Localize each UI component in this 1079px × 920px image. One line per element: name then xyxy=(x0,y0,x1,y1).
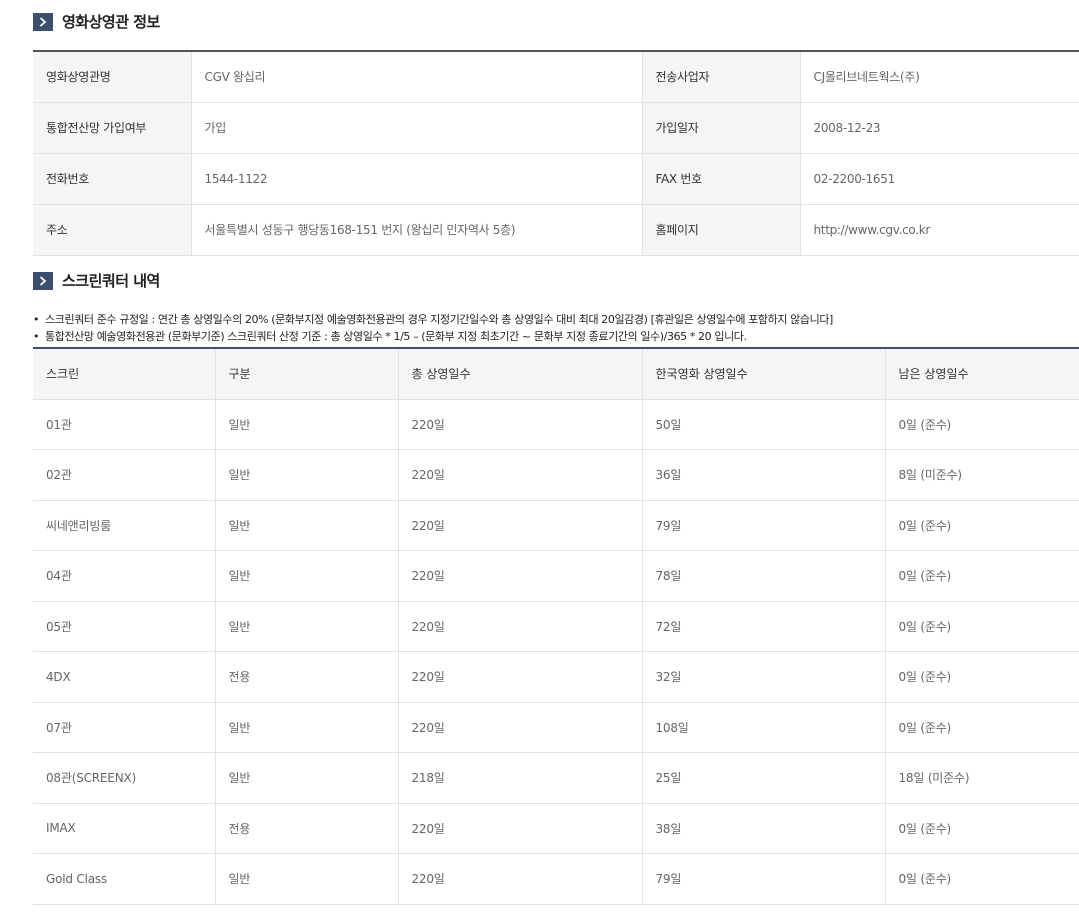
screen-type: 일반 xyxy=(214,702,398,753)
note-item: 스크린쿼터 준수 규정일 : 연간 총 상영일수의 20% (문화부지정 예술영… xyxy=(33,311,1079,328)
info-row: 주소 서울특별시 성동구 행당동168-151 번지 (왕십리 민자역사 5층)… xyxy=(33,204,1079,256)
column-header: 총 상영일수 xyxy=(397,348,642,400)
screen-type: 전용 xyxy=(214,803,398,854)
info-label: 전화번호 xyxy=(33,153,191,205)
screen-name: 07관 xyxy=(33,702,215,753)
info-row: 영화상영관명 CGV 왕십리 전송사업자 CJ올리브네트웍스(주) xyxy=(33,51,1079,103)
screen-type: 일반 xyxy=(214,601,398,652)
chevron-right-icon xyxy=(33,12,53,31)
korean-film-days: 79일 xyxy=(641,500,885,551)
korean-film-days: 78일 xyxy=(641,550,885,602)
screen-quota-title: 스크린쿼터 내역 xyxy=(62,272,160,290)
info-label: FAX 번호 xyxy=(641,153,800,205)
info-row: 전화번호 1544-1122 FAX 번호 02-2200-1651 xyxy=(33,153,1079,205)
table-row: 씨네앤리빙룸 일반 220일 79일 0일 (준수) xyxy=(33,500,1079,551)
total-days: 220일 xyxy=(397,500,642,551)
column-header: 남은 상영일수 xyxy=(884,348,1079,400)
table-row: 02관 일반 220일 36일 8일 (미준수) xyxy=(33,449,1079,501)
column-header: 스크린 xyxy=(33,348,215,400)
table-row: Gold Class 일반 220일 79일 0일 (준수) xyxy=(33,853,1079,905)
chevron-right-icon xyxy=(33,271,53,290)
total-days: 220일 xyxy=(397,399,642,450)
screen-name: 02관 xyxy=(33,449,215,501)
column-header: 한국영화 상영일수 xyxy=(641,348,885,400)
korean-film-days: 108일 xyxy=(641,702,885,753)
address-value: 서울특별시 성동구 행당동168-151 번지 (왕십리 민자역사 5층) xyxy=(190,204,642,256)
theater-info-title: 영화상영관 정보 xyxy=(62,13,160,31)
theater-info-heading: 영화상영관 정보 xyxy=(33,11,160,32)
screen-quota-heading: 스크린쿼터 내역 xyxy=(33,270,160,291)
screen-name: 05관 xyxy=(33,601,215,652)
screen-type: 일반 xyxy=(214,449,398,501)
remaining-days: 8일 (미준수) xyxy=(884,449,1079,501)
screen-name: Gold Class xyxy=(33,853,215,905)
remaining-days: 0일 (준수) xyxy=(884,500,1079,551)
screen-type: 일반 xyxy=(214,752,398,804)
theater-name-value: CGV 왕십리 xyxy=(190,51,642,103)
remaining-days: 0일 (준수) xyxy=(884,399,1079,450)
korean-film-days: 79일 xyxy=(641,853,885,905)
fax-value: 02-2200-1651 xyxy=(799,153,1079,205)
screen-name: 04관 xyxy=(33,550,215,602)
table-row: 04관 일반 220일 78일 0일 (준수) xyxy=(33,550,1079,602)
info-label: 홈페이지 xyxy=(641,204,800,256)
screen-type: 전용 xyxy=(214,651,398,703)
table-row: 05관 일반 220일 72일 0일 (준수) xyxy=(33,601,1079,652)
korean-film-days: 72일 xyxy=(641,601,885,652)
table-row: IMAX 전용 220일 38일 0일 (준수) xyxy=(33,803,1079,854)
total-days: 220일 xyxy=(397,803,642,854)
table-row: 4DX 전용 220일 32일 0일 (준수) xyxy=(33,651,1079,703)
screen-type: 일반 xyxy=(214,550,398,602)
korean-film-days: 32일 xyxy=(641,651,885,703)
remaining-days: 18일 (미준수) xyxy=(884,752,1079,804)
quota-notes: 스크린쿼터 준수 규정일 : 연간 총 상영일수의 20% (문화부지정 예술영… xyxy=(33,311,1079,345)
table-row: 07관 일반 220일 108일 0일 (준수) xyxy=(33,702,1079,753)
screen-quota-table: 스크린 구분 총 상영일수 한국영화 상영일수 남은 상영일수 01관 일반 2… xyxy=(33,347,1079,905)
info-label: 통합전산망 가입여부 xyxy=(33,102,191,154)
screen-name: 01관 xyxy=(33,399,215,450)
remaining-days: 0일 (준수) xyxy=(884,702,1079,753)
korean-film-days: 25일 xyxy=(641,752,885,804)
total-days: 220일 xyxy=(397,449,642,501)
theater-info-table: 영화상영관명 CGV 왕십리 전송사업자 CJ올리브네트웍스(주) 통합전산망 … xyxy=(33,50,1079,256)
total-days: 220일 xyxy=(397,853,642,905)
info-label: 전송사업자 xyxy=(641,51,800,103)
note-item: 통합전산망 예술영화전용관 (문화부기준) 스크린쿼터 산정 기준 : 총 상영… xyxy=(33,328,1079,345)
remaining-days: 0일 (준수) xyxy=(884,803,1079,854)
table-row: 01관 일반 220일 50일 0일 (준수) xyxy=(33,399,1079,450)
total-days: 220일 xyxy=(397,651,642,703)
total-days: 220일 xyxy=(397,702,642,753)
join-date-value: 2008-12-23 xyxy=(799,102,1079,154)
info-row: 통합전산망 가입여부 가입 가입일자 2008-12-23 xyxy=(33,102,1079,154)
total-days: 220일 xyxy=(397,550,642,602)
remaining-days: 0일 (준수) xyxy=(884,853,1079,905)
remaining-days: 0일 (준수) xyxy=(884,651,1079,703)
phone-value: 1544-1122 xyxy=(190,153,642,205)
total-days: 220일 xyxy=(397,601,642,652)
table-row: 08관(SCREENX) 일반 218일 25일 18일 (미준수) xyxy=(33,752,1079,804)
membership-value: 가입 xyxy=(190,102,642,154)
remaining-days: 0일 (준수) xyxy=(884,601,1079,652)
screen-type: 일반 xyxy=(214,853,398,905)
screen-name: IMAX xyxy=(33,803,215,854)
korean-film-days: 38일 xyxy=(641,803,885,854)
table-header-row: 스크린 구분 총 상영일수 한국영화 상영일수 남은 상영일수 xyxy=(33,348,1079,400)
screen-type: 일반 xyxy=(214,399,398,450)
screen-name: 08관(SCREENX) xyxy=(33,752,215,804)
info-label: 주소 xyxy=(33,204,191,256)
screen-type: 일반 xyxy=(214,500,398,551)
total-days: 218일 xyxy=(397,752,642,804)
korean-film-days: 50일 xyxy=(641,399,885,450)
column-header: 구분 xyxy=(214,348,398,400)
info-label: 가입일자 xyxy=(641,102,800,154)
homepage-value: http://www.cgv.co.kr xyxy=(799,204,1079,256)
korean-film-days: 36일 xyxy=(641,449,885,501)
screen-name: 씨네앤리빙룸 xyxy=(33,500,215,551)
info-label: 영화상영관명 xyxy=(33,51,191,103)
screen-name: 4DX xyxy=(33,651,215,703)
provider-value: CJ올리브네트웍스(주) xyxy=(799,51,1079,103)
remaining-days: 0일 (준수) xyxy=(884,550,1079,602)
